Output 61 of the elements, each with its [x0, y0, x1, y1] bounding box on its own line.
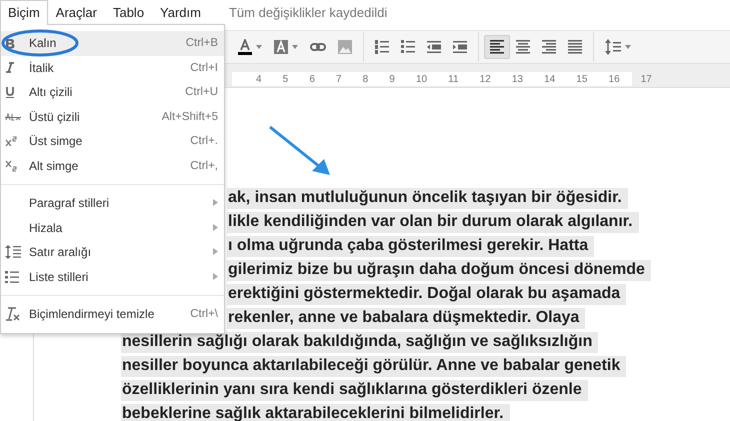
menu-item[interactable]: İtalik Ctrl+I	[1, 56, 224, 80]
menu-item[interactable]: Biçim	[0, 0, 48, 24]
ruler-number: 13	[512, 74, 523, 84]
menu-item[interactable]: Kalın Ctrl+B	[1, 31, 224, 56]
line-spacing-icon	[5, 245, 21, 260]
submenu-arrow-icon	[213, 248, 218, 256]
clear-formatting-icon	[5, 307, 21, 322]
ruler-number: 6	[309, 74, 315, 84]
menu-item[interactable]: Yardım	[152, 0, 209, 24]
superscript-icon	[5, 136, 17, 146]
menu-item[interactable]: Biçimlendirmeyi temizle Ctrl+\	[1, 302, 224, 326]
list-icon	[5, 270, 19, 283]
submenu-arrow-icon	[213, 199, 218, 206]
menu-item[interactable]: Altı çizili Ctrl+U	[1, 80, 224, 104]
ruler-number: 17	[640, 74, 652, 84]
italic-icon	[5, 62, 15, 74]
strikethrough-icon	[5, 112, 21, 121]
text-color-icon	[238, 39, 252, 55]
ruler-number: 9	[389, 74, 395, 84]
justify-icon	[568, 40, 582, 54]
menu-item[interactable]: Tablo	[104, 0, 152, 24]
line-spacing-icon	[605, 39, 621, 55]
ruler-number: 4	[256, 74, 262, 84]
submenu-arrow-icon	[213, 224, 218, 231]
ruler-number: 8	[362, 74, 368, 84]
save-status: Tüm değişiklikler kaydedildi	[228, 4, 388, 20]
align-left-icon	[490, 40, 504, 54]
menu-item[interactable]: Üst simge Ctrl+.	[1, 129, 224, 154]
ruler-number: 15	[576, 74, 588, 84]
align-right-icon	[542, 40, 556, 54]
ruler-number: 12	[480, 74, 491, 84]
ruler-number: 10	[416, 74, 428, 84]
ruler-number: 5	[282, 74, 288, 84]
highlight-icon	[274, 40, 288, 54]
dropdown-caret-icon	[625, 45, 631, 49]
align-left-button[interactable]	[484, 35, 510, 59]
menu-item[interactable]: Paragraf stilleri	[1, 191, 224, 216]
menu-item[interactable]: Satır aralığı	[1, 240, 224, 264]
submenu-arrow-icon	[213, 272, 218, 280]
align-center-icon	[516, 40, 530, 54]
ruler-number: 11	[448, 74, 459, 84]
ruler-number: 16	[608, 74, 620, 84]
bold-icon	[5, 38, 15, 49]
menu-item[interactable]: Hizala	[1, 216, 224, 240]
underline-icon	[5, 86, 15, 98]
dropdown-caret-icon	[292, 45, 298, 49]
increase-indent-icon	[453, 41, 467, 53]
menu-item[interactable]: Araçlar	[48, 0, 105, 24]
link-icon	[310, 43, 326, 51]
decrease-indent-icon	[427, 41, 441, 53]
menu-item[interactable]: Üstü çizili Alt+Shift+5	[1, 104, 224, 129]
dropdown-caret-icon	[256, 45, 262, 49]
numbered-list-icon	[375, 40, 389, 54]
ruler-number: 7	[336, 74, 342, 84]
menu-item[interactable]: Liste stilleri	[1, 264, 224, 289]
subscript-icon	[5, 160, 17, 172]
menu-item[interactable]: Alt simge Ctrl+,	[1, 154, 224, 178]
arrow-drawing	[268, 125, 332, 177]
ruler-number: 14	[544, 74, 556, 84]
image-icon	[338, 40, 352, 54]
bulleted-list-icon	[401, 40, 415, 54]
